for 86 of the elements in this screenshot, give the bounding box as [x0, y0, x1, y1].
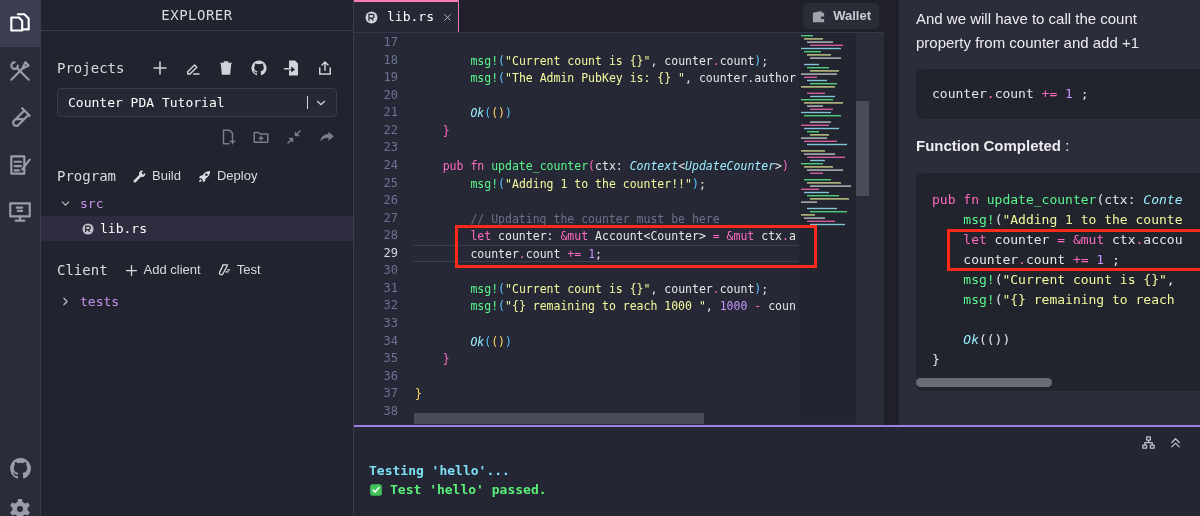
- tree-item[interactable]: src: [41, 191, 353, 216]
- tree-item[interactable]: lib.rs: [41, 216, 353, 241]
- code-line: // Updating the counter must be here: [469, 210, 721, 228]
- tree-item[interactable]: tests: [41, 289, 353, 314]
- wallet-icon: [811, 8, 827, 24]
- code-line: Ok(()): [469, 333, 513, 351]
- wallet-button[interactable]: Wallet: [803, 3, 879, 29]
- line-number: 28: [383, 227, 398, 245]
- github-button[interactable]: [249, 58, 270, 78]
- flask-button[interactable]: Test: [216, 260, 261, 280]
- close-icon: [441, 11, 453, 23]
- code-line: }: [441, 122, 451, 140]
- rust-file-icon: [364, 9, 379, 25]
- github-icon[interactable]: [7, 456, 33, 481]
- code-line: counter.count += 1;: [414, 244, 799, 263]
- code-line: msg!("{} remaining to reach 1000 ", 1000 - coun: [469, 298, 797, 315]
- section-label: Projects: [57, 58, 125, 78]
- code-line: msg!("Current count is {}", counter.count);: [469, 52, 770, 70]
- flask-icon: [216, 262, 232, 278]
- wrench-icon: [132, 168, 147, 184]
- section-label: Program: [57, 166, 116, 186]
- panel-title: EXPLORER: [161, 5, 233, 25]
- code-line: pub fn update_counter(ctx: Context<UpdateCounter>): [441, 157, 790, 175]
- section-label: Client: [57, 260, 108, 280]
- line-number: 24: [383, 156, 398, 174]
- sitemap-icon: [1141, 435, 1156, 450]
- line-number: 36: [383, 367, 398, 385]
- wrench-button[interactable]: Build: [132, 166, 181, 186]
- code-line: msg!("Adding 1 to the counte: [962, 211, 1184, 229]
- paragraph: And we will have to call the count property from counter and add +1: [916, 9, 1141, 53]
- line-number: 33: [383, 315, 398, 332]
- line-number: 30: [383, 262, 398, 280]
- line-number: 35: [383, 350, 398, 368]
- line-number: 37: [383, 385, 398, 403]
- line-number: 22: [383, 121, 398, 139]
- rust-file-icon: [81, 221, 95, 236]
- check-icon: [369, 482, 383, 497]
- code-line: counter.count += 1 ;: [931, 85, 1090, 103]
- code-line: msg!("Current count is {}",: [962, 271, 1176, 289]
- minimap-drawing[interactable]: [799, 33, 856, 423]
- plus-icon: [123, 262, 139, 278]
- collapse-icon: [285, 128, 303, 146]
- code-line: pub fn update_counter(ctx: Conte: [931, 191, 1184, 209]
- line-number: 20: [383, 86, 398, 104]
- line-number: 31: [383, 279, 398, 297]
- code-line: counter.count += 1 ;: [962, 251, 1121, 269]
- rocket-button[interactable]: Deploy: [196, 166, 258, 186]
- line-number: 38: [383, 402, 398, 420]
- rocket-icon: [196, 168, 212, 184]
- line-number: 26: [383, 192, 398, 210]
- code-line: Ok(()): [469, 105, 513, 122]
- plus-button[interactable]: Add client: [123, 260, 201, 280]
- layout-button[interactable]: [1141, 435, 1156, 450]
- code-line: }: [441, 351, 451, 368]
- terminal-line: Testing 'hello'...: [369, 461, 510, 480]
- collapse-button[interactable]: [284, 127, 304, 147]
- chevrons-up-icon: [1168, 435, 1183, 450]
- code-line: msg!("{} remaining to reach: [962, 291, 1176, 309]
- line-number: 21: [383, 104, 398, 122]
- line-number: 17: [383, 34, 398, 51]
- github-icon: [250, 59, 269, 77]
- line-number: 19: [383, 69, 398, 87]
- code-line: msg!("The Admin PubKey is: {} ", counter.author: [469, 70, 797, 87]
- activity-bar-button[interactable]: [0, 0, 40, 47]
- add-icon: [151, 59, 170, 77]
- line-number: 23: [383, 139, 398, 157]
- code-line: Ok(()): [962, 331, 1012, 349]
- line-number: 25: [383, 174, 398, 192]
- close-tab-button[interactable]: [441, 11, 453, 23]
- section-heading: Function Completed :: [916, 136, 1071, 156]
- code-line: msg!("Current count is {}", counter.count);: [469, 280, 770, 298]
- line-number: 32: [383, 297, 398, 315]
- code-line: }: [931, 351, 941, 369]
- line-number: 18: [383, 51, 398, 69]
- code-line: msg!("Adding 1 to the counter!!");: [469, 175, 707, 193]
- maximize-button[interactable]: [1168, 435, 1183, 450]
- line-number: 34: [383, 332, 398, 350]
- project-dropdown[interactable]: Counter PDA Tutorial: [57, 88, 337, 117]
- editor-tab[interactable]: lib.rs: [354, 0, 459, 32]
- line-number: 29: [383, 244, 398, 262]
- code-line: }: [414, 386, 423, 403]
- terminal-line: Test 'hello' passed.: [390, 480, 547, 499]
- code-line: let counter: &mut Account<Counter> = &mut ctx.a: [469, 228, 797, 245]
- settings-icon[interactable]: [8, 497, 32, 516]
- line-number: 27: [383, 209, 398, 227]
- code-line: let counter = &mut ctx.accou: [962, 231, 1184, 249]
